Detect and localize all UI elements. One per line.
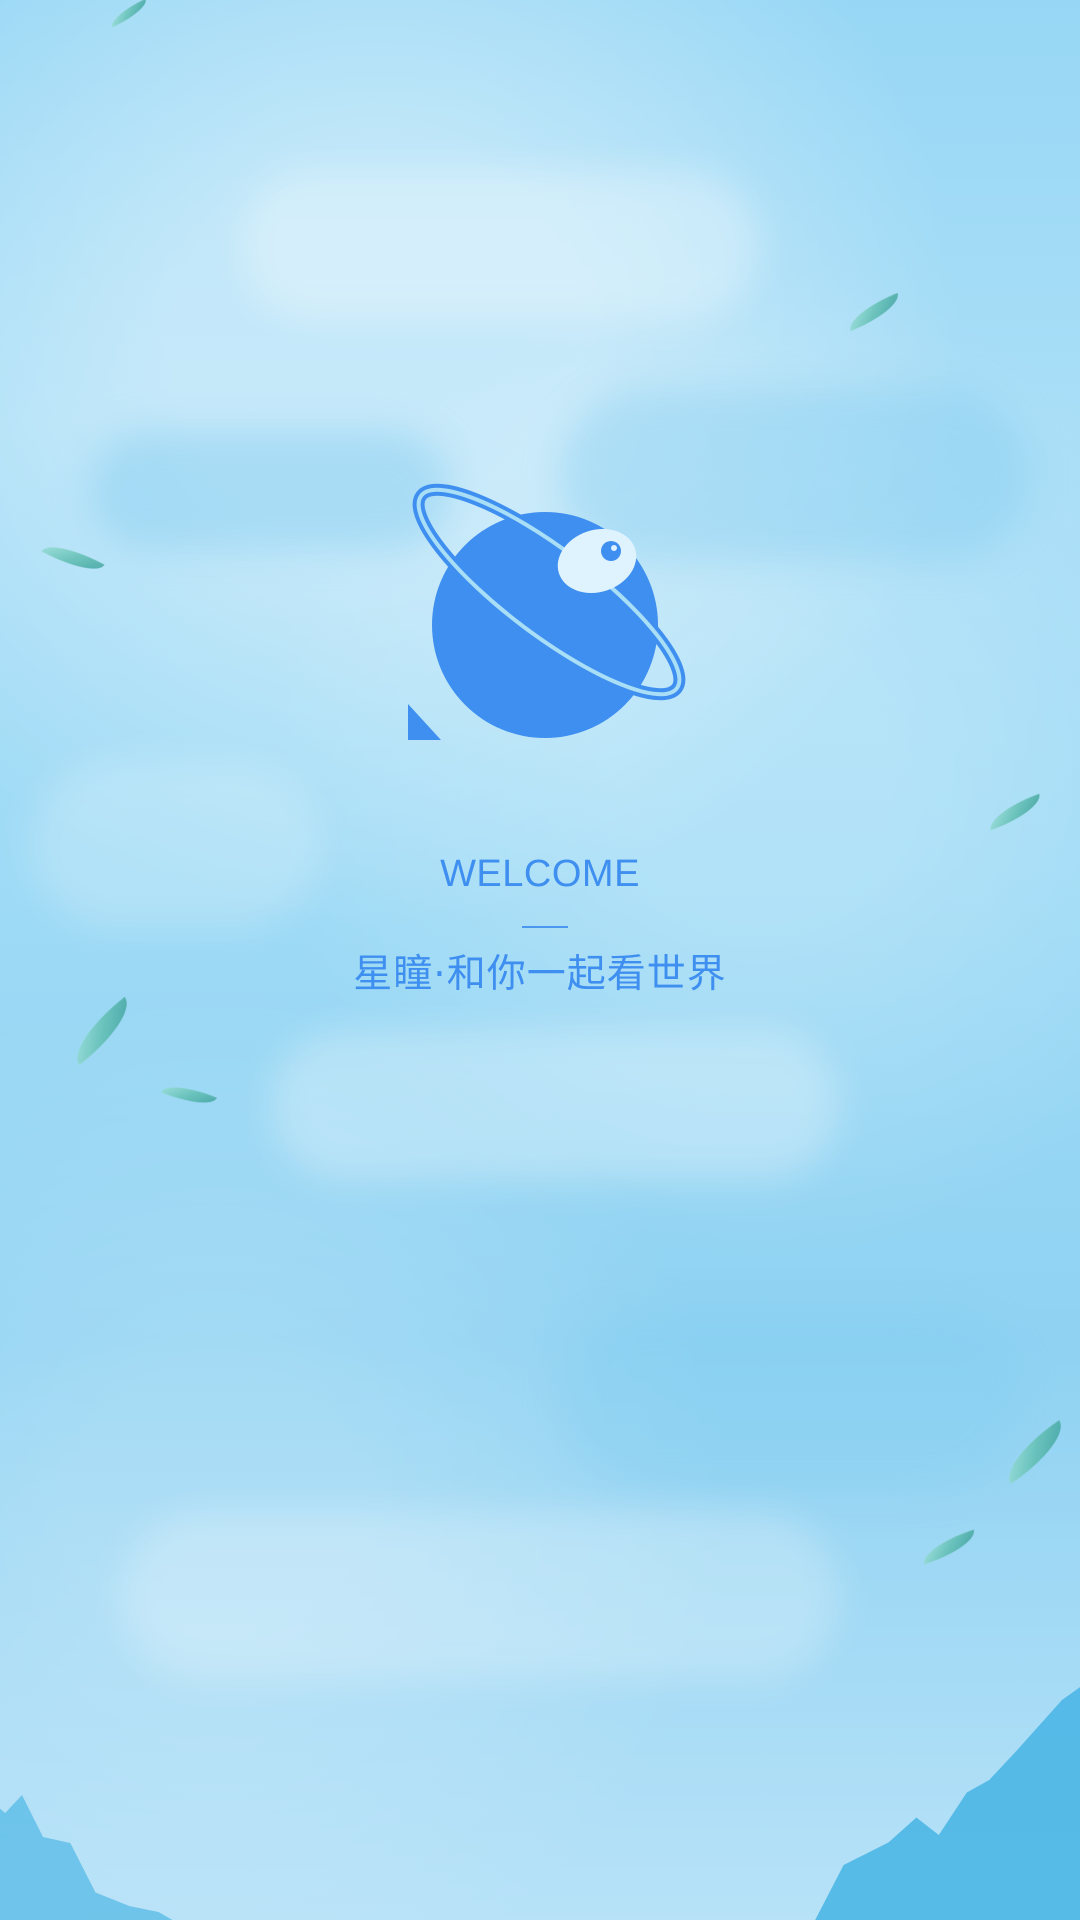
cloud-shape [30,760,320,930]
planet-eye-icon [408,483,686,740]
welcome-title: WELCOME [440,853,640,895]
cloud-shape [90,430,450,550]
leaf-icon [843,292,905,332]
leaf-icon [984,793,1046,831]
mountain-silhouette [810,1680,1080,1920]
leaf-icon [160,1077,218,1113]
welcome-subtitle: 星瞳·和你一起看世界 [353,952,727,997]
welcome-screen: WELCOME 星瞳·和你一起看世界 [0,0,1080,1920]
cloud-shape [270,1030,840,1180]
leaf-icon [107,0,151,28]
cloud-shape [120,1510,840,1680]
mountain-silhouette [0,1792,190,1920]
title-divider [522,926,568,928]
cloud-shape [560,1310,1020,1490]
leaf-icon [918,1529,980,1565]
cloud-shape [240,170,760,320]
leaf-icon [41,535,105,581]
leaf-icon [63,996,141,1066]
